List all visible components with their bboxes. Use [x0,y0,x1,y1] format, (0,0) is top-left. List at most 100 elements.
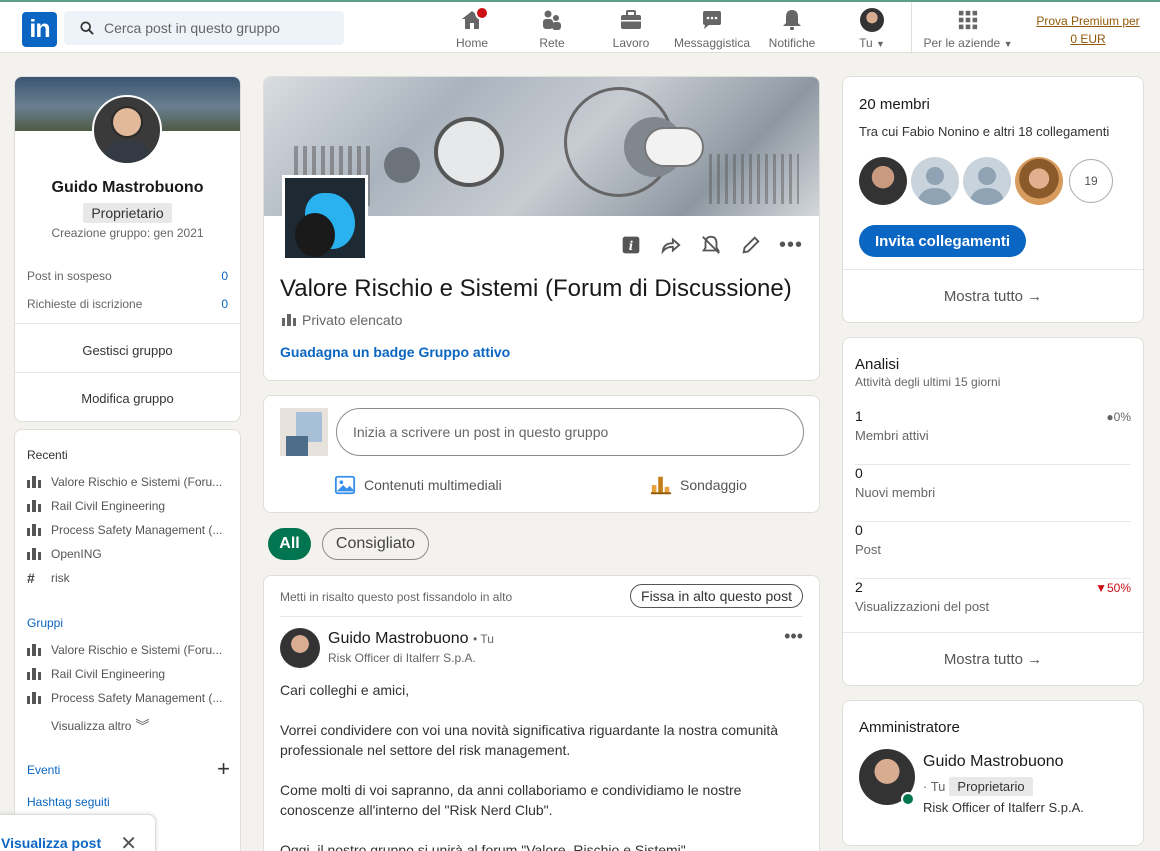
nav-label: Per le aziende ▼ [923,36,1013,50]
hashtags-link[interactable]: Hashtag seguiti [27,795,110,809]
filter-recommended[interactable]: Consigliato [322,528,429,560]
grid-icon [958,10,978,30]
bell-off-icon[interactable] [699,233,723,257]
profile-name[interactable]: Guido Mastrobuono [15,179,240,197]
group-created-date: Creazione gruppo: gen 2021 [51,226,204,240]
analytics-row[interactable]: 2 Visualizzazioni del post ▼50% [855,579,1131,636]
sidebar-item-group[interactable]: Rail Civil Engineering [27,667,227,681]
analytics-row[interactable]: 0 Post [855,522,1131,579]
admin-subtitle: Risk Officer of Italferr S.p.A. [923,800,1084,815]
nav-business[interactable]: Per le aziende ▼ [922,8,1014,50]
invite-connections-button[interactable]: Invita collegamenti [859,225,1027,257]
hashtag-icon: # [27,571,35,585]
member-avatar[interactable] [859,157,907,205]
recent-title: Recenti [27,448,68,462]
briefcase-icon [621,10,641,29]
analytics-title: Analisi [855,356,900,373]
group-header-card: i ••• Valore Rischio e Sistemi (Forum di… [263,76,820,381]
nav-me[interactable]: Tu ▼ [852,8,892,50]
more-icon[interactable]: ••• [784,626,803,647]
group-icon [27,692,41,704]
share-icon[interactable] [659,233,683,257]
avatar [860,8,884,32]
poll-icon [650,476,672,495]
post-author[interactable]: Guido Mastrobuono • Tu [328,630,494,648]
analytics-subtitle: Attività degli ultimi 15 giorni [855,375,1001,389]
group-icon [282,314,296,326]
sidebar-item-recent[interactable]: OpenING [27,547,227,561]
group-icon [27,476,41,488]
post-paragraph: Vorrei condividere con voi una novità si… [280,722,779,758]
sidebar-item-recent[interactable]: # risk [27,571,227,585]
pin-post-button[interactable]: Fissa in alto questo post [630,584,803,608]
member-avatar[interactable] [963,157,1011,205]
post-card: Metti in risalto questo post fissandolo … [263,575,820,851]
analytics-card: Analisi Attività degli ultimi 15 giorni … [842,337,1144,686]
profile-card: Guido Mastrobuono Proprietario Creazione… [14,76,241,422]
view-post-label[interactable]: Visualizza post [1,835,101,851]
events-link[interactable]: Eventi [27,763,60,777]
members-count[interactable]: 20 membri [859,96,930,113]
active-badge-link[interactable]: Guadagna un badge Gruppo attivo [280,344,510,360]
sidebar-item-recent[interactable]: Rail Civil Engineering [27,499,227,513]
groups-link[interactable]: Gruppi [27,616,63,630]
group-icon [27,668,41,680]
group-icon [27,500,41,512]
post-body: Cari colleghi e amici, Vorrei condivider… [280,680,800,851]
members-subtitle: Tra cui Fabio Nonino e altri 18 collegam… [859,124,1110,139]
media-button[interactable]: Contenuti multimediali [334,474,502,496]
sidebar-nav-card: Recenti Valore Rischio e Sistemi (Foru..… [14,429,241,851]
show-all-members-button[interactable]: Mostra tutto → [843,288,1143,305]
analytics-row[interactable]: 1 Membri attivi ●0% [855,408,1131,465]
more-members-count[interactable]: 19 [1069,159,1113,203]
premium-link[interactable]: Prova Premium per 0 EUR [1032,12,1144,48]
svg-text:i: i [629,239,633,253]
search-box[interactable] [64,11,344,45]
info-icon[interactable]: i [619,233,643,257]
nav-notifications[interactable]: Notifiche [765,8,819,50]
join-requests-row[interactable]: Richieste di iscrizione 0 [27,297,228,311]
sidebar-item-group[interactable]: Valore Rischio e Sistemi (Foru... [27,643,227,657]
sidebar-item-group[interactable]: Process Safety Management (... [27,691,227,705]
admin-name[interactable]: Guido Mastrobuono [923,753,1064,771]
admin-title: Amministratore [859,719,960,736]
poll-button[interactable]: Sondaggio [650,474,747,496]
member-avatar[interactable] [1015,157,1063,205]
nav-network[interactable]: Rete [532,8,572,50]
linkedin-logo[interactable]: in [22,12,57,47]
admin-card: Amministratore Guido Mastrobuono · Tu Pr… [842,700,1144,846]
members-card: 20 membri Tra cui Fabio Nonino e altri 1… [842,76,1144,323]
post-author-subtitle: Risk Officer di Italferr S.p.A. [328,651,476,665]
add-event-icon[interactable]: + [217,756,230,782]
analytics-row[interactable]: 0 Nuovi membri [855,465,1131,522]
view-post-popup[interactable]: Visualizza post ✕ [0,814,156,851]
nav-jobs[interactable]: Lavoro [611,8,651,50]
show-more-button[interactable]: Visualizza altro ︾ [51,716,240,736]
avatar[interactable] [92,95,162,165]
more-icon[interactable]: ••• [779,233,803,257]
post-paragraph: Come molti di voi sapranno, da anni coll… [280,782,742,818]
bell-icon [783,10,801,30]
edit-pencil-icon[interactable] [739,233,763,257]
manage-group-button[interactable]: Gestisci gruppo [15,343,240,358]
nav-home[interactable]: Home [452,6,492,50]
search-input[interactable] [104,20,324,36]
privacy-label: Privato elencato [282,312,402,328]
pending-posts-row[interactable]: Post in sospeso 0 [27,269,228,283]
sidebar-item-recent[interactable]: Valore Rischio e Sistemi (Foru... [27,475,227,489]
sidebar-item-recent[interactable]: Process Safety Management (... [27,523,227,537]
admin-role-line: · Tu Proprietario [923,777,1033,796]
filter-all[interactable]: All [268,528,311,560]
top-navbar: in Home Rete Lavoro Messaggistica Notifi… [0,0,1160,54]
close-icon[interactable]: ✕ [120,831,137,851]
avatar[interactable] [280,628,320,668]
image-icon [334,475,356,495]
group-icon [27,524,41,536]
post-paragraph: Cari colleghi e amici, [280,682,410,698]
edit-group-button[interactable]: Modifica gruppo [15,391,240,406]
nav-divider [911,2,912,54]
start-post-input[interactable]: Inizia a scrivere un post in questo grup… [336,408,804,456]
show-all-analytics-button[interactable]: Mostra tutto → [843,651,1143,668]
member-avatar[interactable] [911,157,959,205]
nav-messaging[interactable]: Messaggistica [672,8,752,50]
